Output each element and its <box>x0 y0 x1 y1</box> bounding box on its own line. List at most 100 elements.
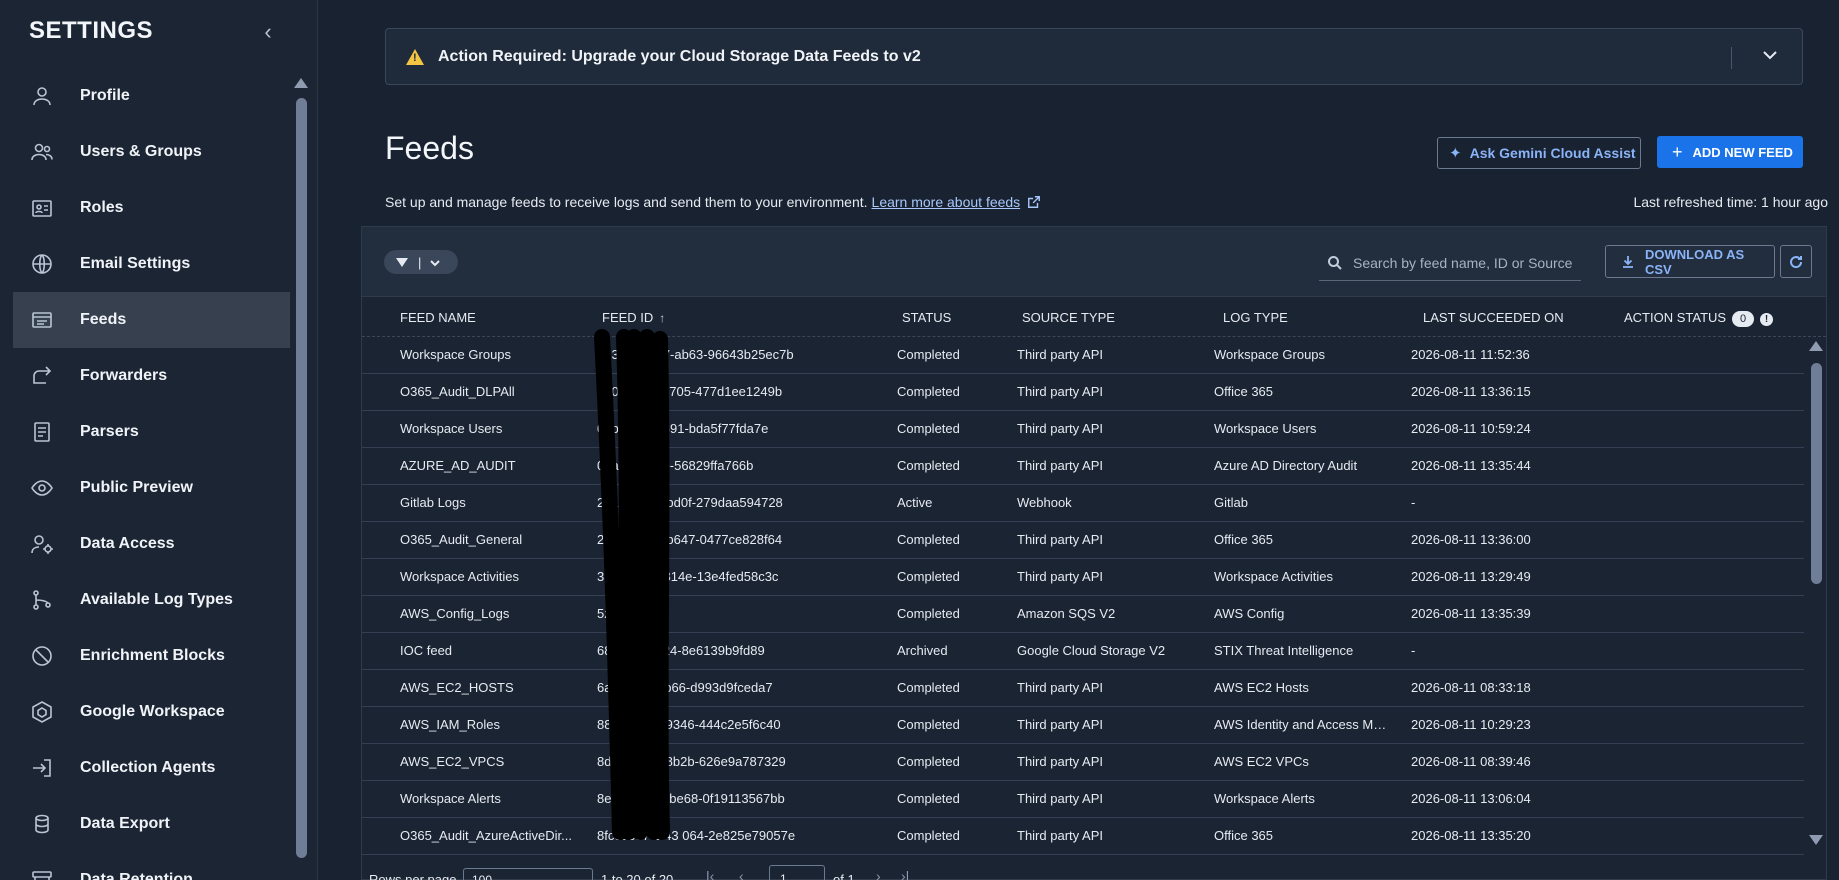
table-row[interactable]: Gitlab Logs 22128 53 b-bd0f-279daa594728 A… <box>362 485 1804 522</box>
last-page-icon[interactable]: ›| <box>901 868 909 880</box>
table-row[interactable]: Workspace Alerts 8e015a4b 4 be68-0f191135… <box>362 781 1804 818</box>
table-row[interactable]: AWS_IAM_Roles 8854f2ad 4 9346-444c2e5f6c4… <box>362 707 1804 744</box>
search-icon <box>1327 255 1343 271</box>
log-type-cell: AWS EC2 Hosts <box>1214 680 1309 695</box>
col-header-feed-name[interactable]: FEED NAME <box>400 310 476 325</box>
user-gear-icon <box>29 531 55 557</box>
sidebar-item-data-access[interactable]: Data Access <box>13 516 290 572</box>
sidebar-item-enrichment-blocks[interactable]: Enrichment Blocks <box>13 628 290 684</box>
filter-button[interactable]: | <box>384 250 458 274</box>
sidebar-item-label: Enrichment Blocks <box>80 647 225 664</box>
database-icon <box>29 811 55 837</box>
feed-id-cell: 8fcc0e87-c 43 064-2e825e79057e <box>597 828 796 843</box>
ask-gemini-label: Ask Gemini Cloud Assist <box>1469 145 1636 161</box>
sidebar-item-available-log-types[interactable]: Available Log Types <box>13 572 290 628</box>
page-subtitle: Set up and manage feeds to receive logs … <box>385 194 1041 210</box>
table-row[interactable]: IOC feed 682f656 -8f24-8e6139b9fd89 Archiv… <box>362 633 1804 670</box>
last-succeeded-cell: - <box>1411 495 1416 510</box>
source-type-cell: Third party API <box>1017 384 1103 399</box>
table-row[interactable]: AZURE_AD_AUDIT 0daff2 -b990-56829ffa766b C… <box>362 448 1804 485</box>
sidebar-item-roles[interactable]: Roles <box>13 180 290 236</box>
col-header-action-status[interactable]: ACTION STATUS 0! <box>1624 310 1774 327</box>
sidebar-item-data-export[interactable]: Data Export <box>13 796 290 852</box>
sidebar-item-label: Roles <box>80 199 124 216</box>
table-scroll-up[interactable] <box>1809 341 1823 351</box>
ask-gemini-button[interactable]: ✦ Ask Gemini Cloud Assist <box>1437 137 1641 169</box>
feed-name-cell: AWS_EC2_VPCS <box>400 754 505 769</box>
add-new-feed-button[interactable]: + ADD NEW FEED <box>1657 136 1803 168</box>
table-row[interactable]: O365_Audit_DLPAll 080a2 7c7-8705-477d1ee1… <box>362 374 1804 411</box>
next-page-icon[interactable]: › <box>876 868 881 880</box>
scroll-up-arrow[interactable] <box>294 78 308 88</box>
status-cell: Completed <box>897 384 960 399</box>
status-cell: Completed <box>897 421 960 436</box>
col-header-last-succeeded[interactable]: LAST SUCCEEDED ON <box>1423 310 1564 325</box>
download-csv-button[interactable]: DOWNLOAD AS CSV <box>1605 245 1775 278</box>
table-row[interactable]: O365_Audit_AzureActiveDir... 8fcc0e87-c 4… <box>362 818 1804 855</box>
sidebar-item-parsers[interactable]: Parsers <box>13 404 290 460</box>
feed-id-cell: 080a2 7c7-8705-477d1ee1249b <box>597 384 783 399</box>
table-row[interactable]: AWS_Config_Logs 5zrhlklb k Completed Amazon… <box>362 596 1804 633</box>
learn-more-link[interactable]: Learn more about feeds <box>872 194 1021 210</box>
sidebar-item-forwarders[interactable]: Forwarders <box>13 348 290 404</box>
last-succeeded-cell: 2026-08-11 13:36:00 <box>1411 532 1531 547</box>
sort-ascending-icon: ↑ <box>659 311 666 325</box>
first-page-icon[interactable]: |‹ <box>706 868 714 880</box>
table-row[interactable]: AWS_EC2_HOSTS 6acf37dc 4 b66-d993d9fceda7… <box>362 670 1804 707</box>
feed-id-cell: 6acf37dc 4 b66-d993d9fceda7 <box>597 680 773 695</box>
sidebar-item-label: Forwarders <box>80 367 168 384</box>
external-link-icon[interactable] <box>1027 195 1041 209</box>
page-number-input[interactable]: 1 <box>769 865 825 880</box>
status-cell: Completed <box>897 717 960 732</box>
prev-page-icon[interactable]: ‹ <box>739 868 744 880</box>
sidebar-item-google-workspace[interactable]: Google Workspace <box>13 684 290 740</box>
table-scrollbar[interactable] <box>1811 363 1822 584</box>
download-csv-label: DOWNLOAD AS CSV <box>1645 246 1745 277</box>
feed-id-cell: 0daff2 -b990-56829ffa766b <box>597 458 754 473</box>
sidebar-item-collection-agents[interactable]: Collection Agents <box>13 740 290 796</box>
feed-name-cell: Workspace Groups <box>400 347 512 362</box>
status-cell: Archived <box>897 643 948 658</box>
sidebar-item-profile[interactable]: Profile <box>13 68 290 124</box>
col-header-log-type[interactable]: LOG TYPE <box>1223 310 1288 325</box>
feed-name-cell: AWS_EC2_HOSTS <box>400 680 514 695</box>
sidebar-scrollbar[interactable] <box>296 98 307 858</box>
table-row[interactable]: O365_Audit_General 285ea 22 3-b647-0477ce… <box>362 522 1804 559</box>
log-type-cell: AWS EC2 VPCs <box>1214 754 1309 769</box>
table-row[interactable]: AWS_EC2_VPCS 8d6782df 4 8b2b-626e9a787329… <box>362 744 1804 781</box>
chevron-down-icon[interactable] <box>1758 43 1782 67</box>
sidebar-item-feeds[interactable]: Feeds <box>13 292 290 348</box>
status-cell: Completed <box>897 458 960 473</box>
status-cell: Completed <box>897 791 960 806</box>
sidebar-item-public-preview[interactable]: Public Preview <box>13 460 290 516</box>
log-type-cell: Gitlab <box>1214 495 1248 510</box>
table-row[interactable]: Workspace Users 0ab80 49-9691-bda5f77fda7… <box>362 411 1804 448</box>
sidebar-item-email-settings[interactable]: Email Settings <box>13 236 290 292</box>
sidebar-title: SETTINGS <box>29 17 154 44</box>
table-scroll-down[interactable] <box>1809 835 1823 845</box>
rows-per-page-select[interactable]: 100 <box>463 868 593 880</box>
globe-icon <box>29 251 55 277</box>
source-type-cell: Third party API <box>1017 791 1103 806</box>
eye-icon <box>29 475 55 501</box>
info-icon[interactable]: ! <box>1760 313 1774 326</box>
log-type-cell: AWS Identity and Access Man... <box>1214 717 1389 732</box>
refresh-button[interactable] <box>1780 245 1812 278</box>
table-row[interactable]: Workspace Groups 06323 -8647-ab63-96643b2… <box>362 337 1804 374</box>
col-header-status[interactable]: STATUS <box>902 310 951 325</box>
sidebar-item-users-groups[interactable]: Users & Groups <box>13 124 290 180</box>
status-cell: Completed <box>897 754 960 769</box>
col-header-feed-id[interactable]: FEED ID ↑ <box>602 310 665 325</box>
feed-id-cell: 06323 -8647-ab63-96643b25ec7b <box>597 347 794 362</box>
source-type-cell: Third party API <box>1017 680 1103 695</box>
col-header-source-type[interactable]: SOURCE TYPE <box>1022 310 1115 325</box>
log-type-cell: AWS Config <box>1214 606 1285 621</box>
last-header-label: LAST SUCCEEDED ON <box>1423 310 1564 325</box>
page-range: 1 to 20 of 20 <box>601 872 674 880</box>
sidebar-item-label: Public Preview <box>80 479 193 496</box>
table-row[interactable]: Workspace Activities 3a9a86 a- -814e-13e4… <box>362 559 1804 596</box>
chevron-left-icon[interactable]: ‹ <box>258 20 278 44</box>
sidebar-item-label: Feeds <box>80 311 127 328</box>
sidebar-item-data-retention[interactable]: Data Retention <box>13 852 290 880</box>
search-input[interactable] <box>1353 254 1573 271</box>
